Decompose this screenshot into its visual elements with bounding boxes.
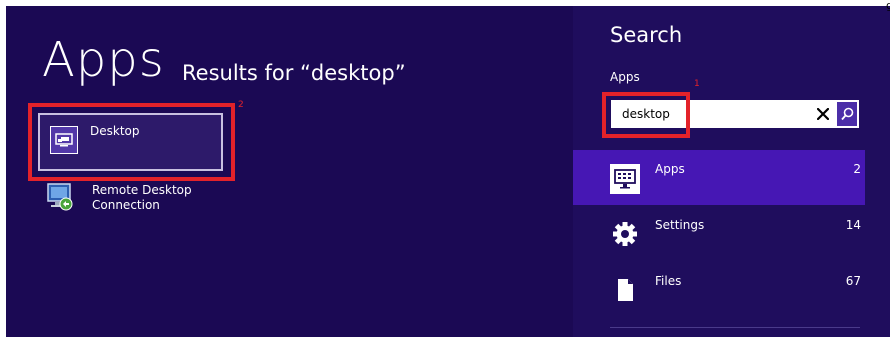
corner-text: g [886, 0, 890, 12]
file-icon [610, 275, 640, 305]
search-charm-panel: Search Apps desktop Apps 2 Settings 14 F… [573, 6, 890, 337]
app-result-remote-desktop-connection[interactable]: Remote Desktop Connection [46, 182, 236, 226]
app-result-label: Remote Desktop Connection [92, 183, 192, 212]
search-scope-label: Apps [610, 70, 640, 84]
category-label: Settings [655, 218, 705, 232]
category-count: 14 [845, 218, 861, 232]
annotation-highlight-search-input [602, 92, 690, 138]
category-count: 2 [853, 162, 861, 176]
gear-icon [610, 219, 640, 249]
annotation-step-1: 1 [694, 79, 700, 89]
search-go-button[interactable] [837, 102, 857, 126]
search-category-files[interactable]: Files 67 [573, 262, 865, 317]
annotation-highlight-desktop [28, 103, 235, 181]
clear-search-button[interactable] [811, 100, 835, 128]
divider [610, 327, 860, 328]
close-icon [817, 108, 829, 120]
results-subtitle: Results for “desktop” [182, 61, 406, 85]
search-icon [840, 107, 853, 121]
category-label: Files [655, 274, 682, 288]
annotation-step-2: 2 [238, 100, 244, 110]
remote-desktop-connection-icon [46, 182, 74, 212]
search-category-settings[interactable]: Settings 14 [573, 206, 865, 261]
category-count: 67 [845, 274, 861, 288]
search-heading: Search [610, 23, 683, 47]
apps-heading: Apps [42, 32, 165, 88]
category-label: Apps [655, 162, 685, 176]
start-screen: Apps Results for “desktop” Desktop Remot… [6, 0, 890, 337]
apps-icon [610, 164, 640, 194]
search-category-apps[interactable]: Apps 2 [573, 150, 865, 205]
